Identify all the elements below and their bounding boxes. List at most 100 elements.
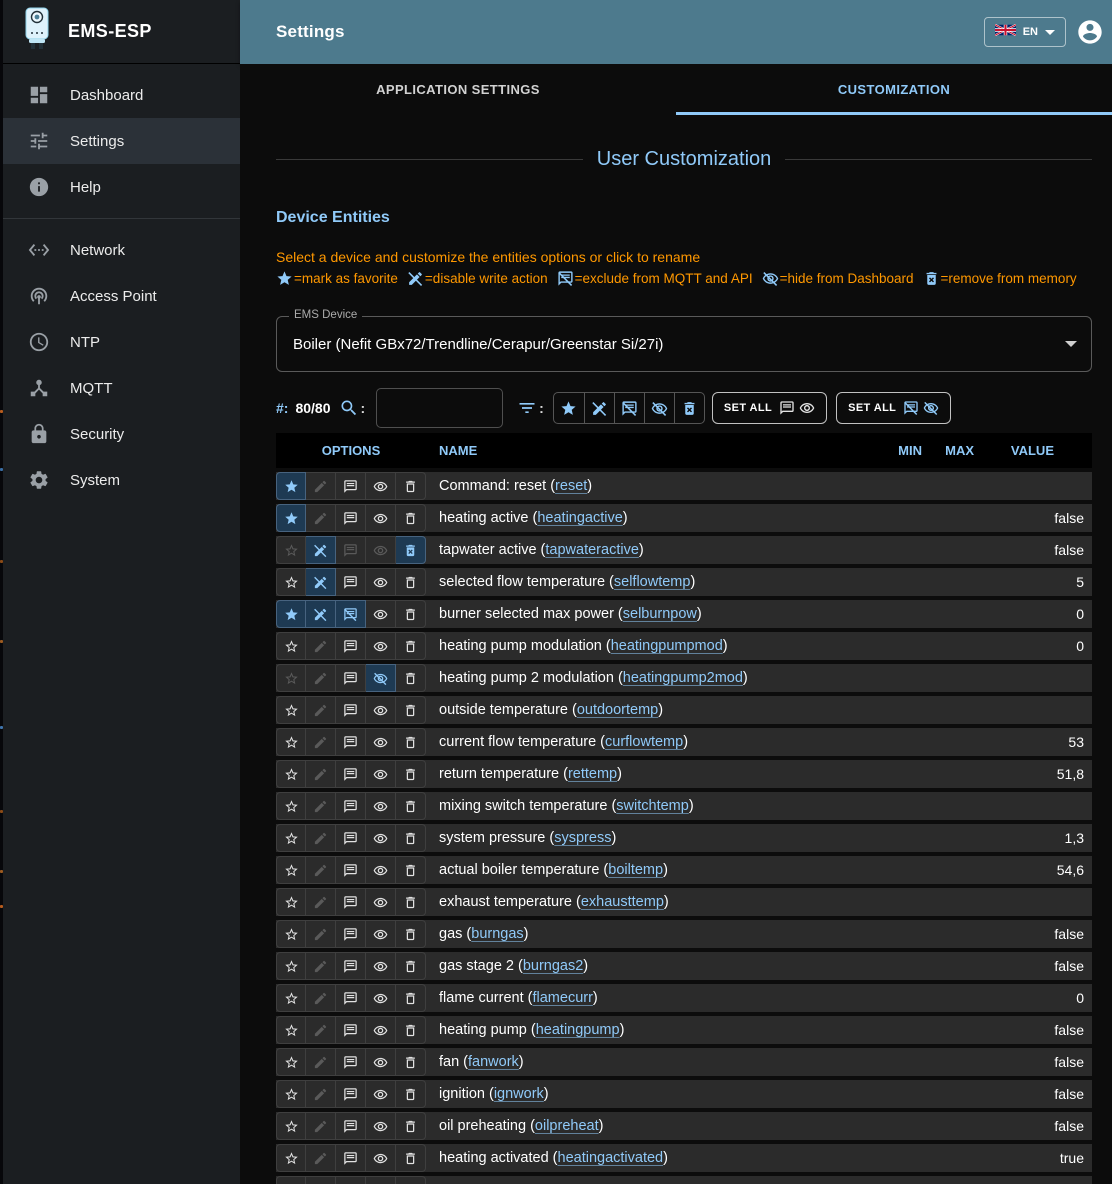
language-selector[interactable]: EN bbox=[984, 17, 1066, 47]
entity-name[interactable]: burner selected max power (selburnpow) bbox=[426, 606, 877, 622]
favorite-toggle[interactable] bbox=[276, 856, 306, 884]
entity-name[interactable]: exhaust temperature (exhausttemp) bbox=[426, 894, 877, 910]
filter-toggle-edit-off[interactable] bbox=[584, 393, 614, 423]
mqtt-exclude-toggle[interactable] bbox=[336, 632, 366, 660]
filter-toggle-eye-off[interactable] bbox=[644, 393, 674, 423]
write-toggle[interactable] bbox=[306, 1016, 336, 1044]
set-all-show-button[interactable]: SET ALL bbox=[712, 392, 827, 424]
entity-name[interactable]: gas (burngas) bbox=[426, 926, 877, 942]
dashboard-hide-toggle[interactable] bbox=[366, 696, 396, 724]
entity-name[interactable]: heating pump modulation (heatingpumpmod) bbox=[426, 638, 877, 654]
entity-name[interactable]: oil preheating (oilpreheat) bbox=[426, 1118, 877, 1134]
sidebar-item-system[interactable]: System bbox=[3, 457, 240, 503]
entity-name[interactable]: actual boiler temperature (boiltemp) bbox=[426, 862, 877, 878]
sidebar-item-security[interactable]: Security bbox=[3, 411, 240, 457]
dashboard-hide-toggle[interactable] bbox=[366, 760, 396, 788]
favorite-toggle[interactable] bbox=[276, 1144, 306, 1172]
favorite-toggle[interactable] bbox=[276, 1112, 306, 1140]
mqtt-exclude-toggle[interactable] bbox=[336, 728, 366, 756]
memory-remove-toggle[interactable] bbox=[396, 984, 426, 1012]
entity-name[interactable]: heating pump 2 modulation (heatingpump2m… bbox=[426, 670, 877, 686]
entity-name[interactable]: current flow temperature (curflowtemp) bbox=[426, 734, 877, 750]
memory-remove-toggle[interactable] bbox=[396, 1176, 426, 1184]
write-toggle[interactable] bbox=[306, 632, 336, 660]
favorite-toggle[interactable] bbox=[276, 632, 306, 660]
memory-remove-toggle[interactable] bbox=[396, 568, 426, 596]
favorite-toggle[interactable] bbox=[276, 728, 306, 756]
memory-remove-toggle[interactable] bbox=[396, 920, 426, 948]
write-toggle[interactable] bbox=[306, 1048, 336, 1076]
dashboard-hide-toggle[interactable] bbox=[366, 1048, 396, 1076]
mqtt-exclude-toggle[interactable] bbox=[336, 920, 366, 948]
dashboard-hide-toggle[interactable] bbox=[366, 472, 396, 500]
mqtt-exclude-toggle[interactable] bbox=[336, 600, 366, 628]
favorite-toggle[interactable] bbox=[276, 920, 306, 948]
search-input[interactable] bbox=[376, 388, 503, 428]
entity-shortname-link[interactable]: ignwork bbox=[494, 1086, 544, 1102]
entity-shortname-link[interactable]: heatingactive bbox=[537, 510, 622, 526]
entity-name[interactable]: tapwater active (tapwateractive) bbox=[426, 542, 877, 558]
favorite-toggle[interactable] bbox=[276, 472, 306, 500]
entity-name[interactable]: heating pump (heatingpump) bbox=[426, 1022, 877, 1038]
dashboard-hide-toggle[interactable] bbox=[366, 888, 396, 916]
dashboard-hide-toggle[interactable] bbox=[366, 1112, 396, 1140]
entity-name[interactable]: heating active (heatingactive) bbox=[426, 510, 877, 526]
memory-remove-toggle[interactable] bbox=[396, 696, 426, 724]
sidebar-item-dashboard[interactable]: Dashboard bbox=[3, 72, 240, 118]
favorite-toggle[interactable] bbox=[276, 1176, 306, 1184]
entity-shortname-link[interactable]: reset bbox=[555, 478, 587, 494]
memory-remove-toggle[interactable] bbox=[396, 1048, 426, 1076]
favorite-toggle[interactable] bbox=[276, 1016, 306, 1044]
favorite-toggle[interactable] bbox=[276, 1080, 306, 1108]
dashboard-hide-toggle[interactable] bbox=[366, 1016, 396, 1044]
favorite-toggle[interactable] bbox=[276, 504, 306, 532]
dashboard-hide-toggle[interactable] bbox=[366, 1144, 396, 1172]
write-toggle[interactable] bbox=[306, 568, 336, 596]
memory-remove-toggle[interactable] bbox=[396, 1080, 426, 1108]
favorite-toggle[interactable] bbox=[276, 824, 306, 852]
write-toggle[interactable] bbox=[306, 504, 336, 532]
write-toggle[interactable] bbox=[306, 1112, 336, 1140]
dashboard-hide-toggle[interactable] bbox=[366, 536, 396, 564]
mqtt-exclude-toggle[interactable] bbox=[336, 1080, 366, 1108]
favorite-toggle[interactable] bbox=[276, 696, 306, 724]
write-toggle[interactable] bbox=[306, 696, 336, 724]
entity-shortname-link[interactable]: oilpreheat bbox=[535, 1118, 599, 1134]
favorite-toggle[interactable] bbox=[276, 1048, 306, 1076]
memory-remove-toggle[interactable] bbox=[396, 1144, 426, 1172]
write-toggle[interactable] bbox=[306, 856, 336, 884]
entity-shortname-link[interactable]: selflowtemp bbox=[614, 574, 691, 590]
mqtt-exclude-toggle[interactable] bbox=[336, 1048, 366, 1076]
write-toggle[interactable] bbox=[306, 984, 336, 1012]
write-toggle[interactable] bbox=[306, 536, 336, 564]
favorite-toggle[interactable] bbox=[276, 568, 306, 596]
write-toggle[interactable] bbox=[306, 952, 336, 980]
write-toggle[interactable] bbox=[306, 728, 336, 756]
dashboard-hide-toggle[interactable] bbox=[366, 792, 396, 820]
memory-remove-toggle[interactable] bbox=[396, 888, 426, 916]
entity-shortname-link[interactable]: fanwork bbox=[468, 1054, 519, 1070]
entity-name[interactable]: selected flow temperature (selflowtemp) bbox=[426, 574, 877, 590]
memory-remove-toggle[interactable] bbox=[396, 536, 426, 564]
dashboard-hide-toggle[interactable] bbox=[366, 664, 396, 692]
dashboard-hide-toggle[interactable] bbox=[366, 728, 396, 756]
entity-shortname-link[interactable]: tapwateractive bbox=[545, 542, 639, 558]
mqtt-exclude-toggle[interactable] bbox=[336, 1016, 366, 1044]
memory-remove-toggle[interactable] bbox=[396, 728, 426, 756]
write-toggle[interactable] bbox=[306, 824, 336, 852]
favorite-toggle[interactable] bbox=[276, 984, 306, 1012]
entity-shortname-link[interactable]: rettemp bbox=[568, 766, 617, 782]
dashboard-hide-toggle[interactable] bbox=[366, 824, 396, 852]
mqtt-exclude-toggle[interactable] bbox=[336, 824, 366, 852]
entity-shortname-link[interactable]: heatingactivated bbox=[558, 1150, 664, 1166]
entity-shortname-link[interactable]: syspress bbox=[554, 830, 611, 846]
mqtt-exclude-toggle[interactable] bbox=[336, 1112, 366, 1140]
memory-remove-toggle[interactable] bbox=[396, 472, 426, 500]
mqtt-exclude-toggle[interactable] bbox=[336, 696, 366, 724]
entity-name[interactable]: outside temperature (outdoortemp) bbox=[426, 702, 877, 718]
write-toggle[interactable] bbox=[306, 760, 336, 788]
favorite-toggle[interactable] bbox=[276, 792, 306, 820]
dashboard-hide-toggle[interactable] bbox=[366, 952, 396, 980]
mqtt-exclude-toggle[interactable] bbox=[336, 504, 366, 532]
entity-shortname-link[interactable]: selburnpow bbox=[623, 606, 697, 622]
